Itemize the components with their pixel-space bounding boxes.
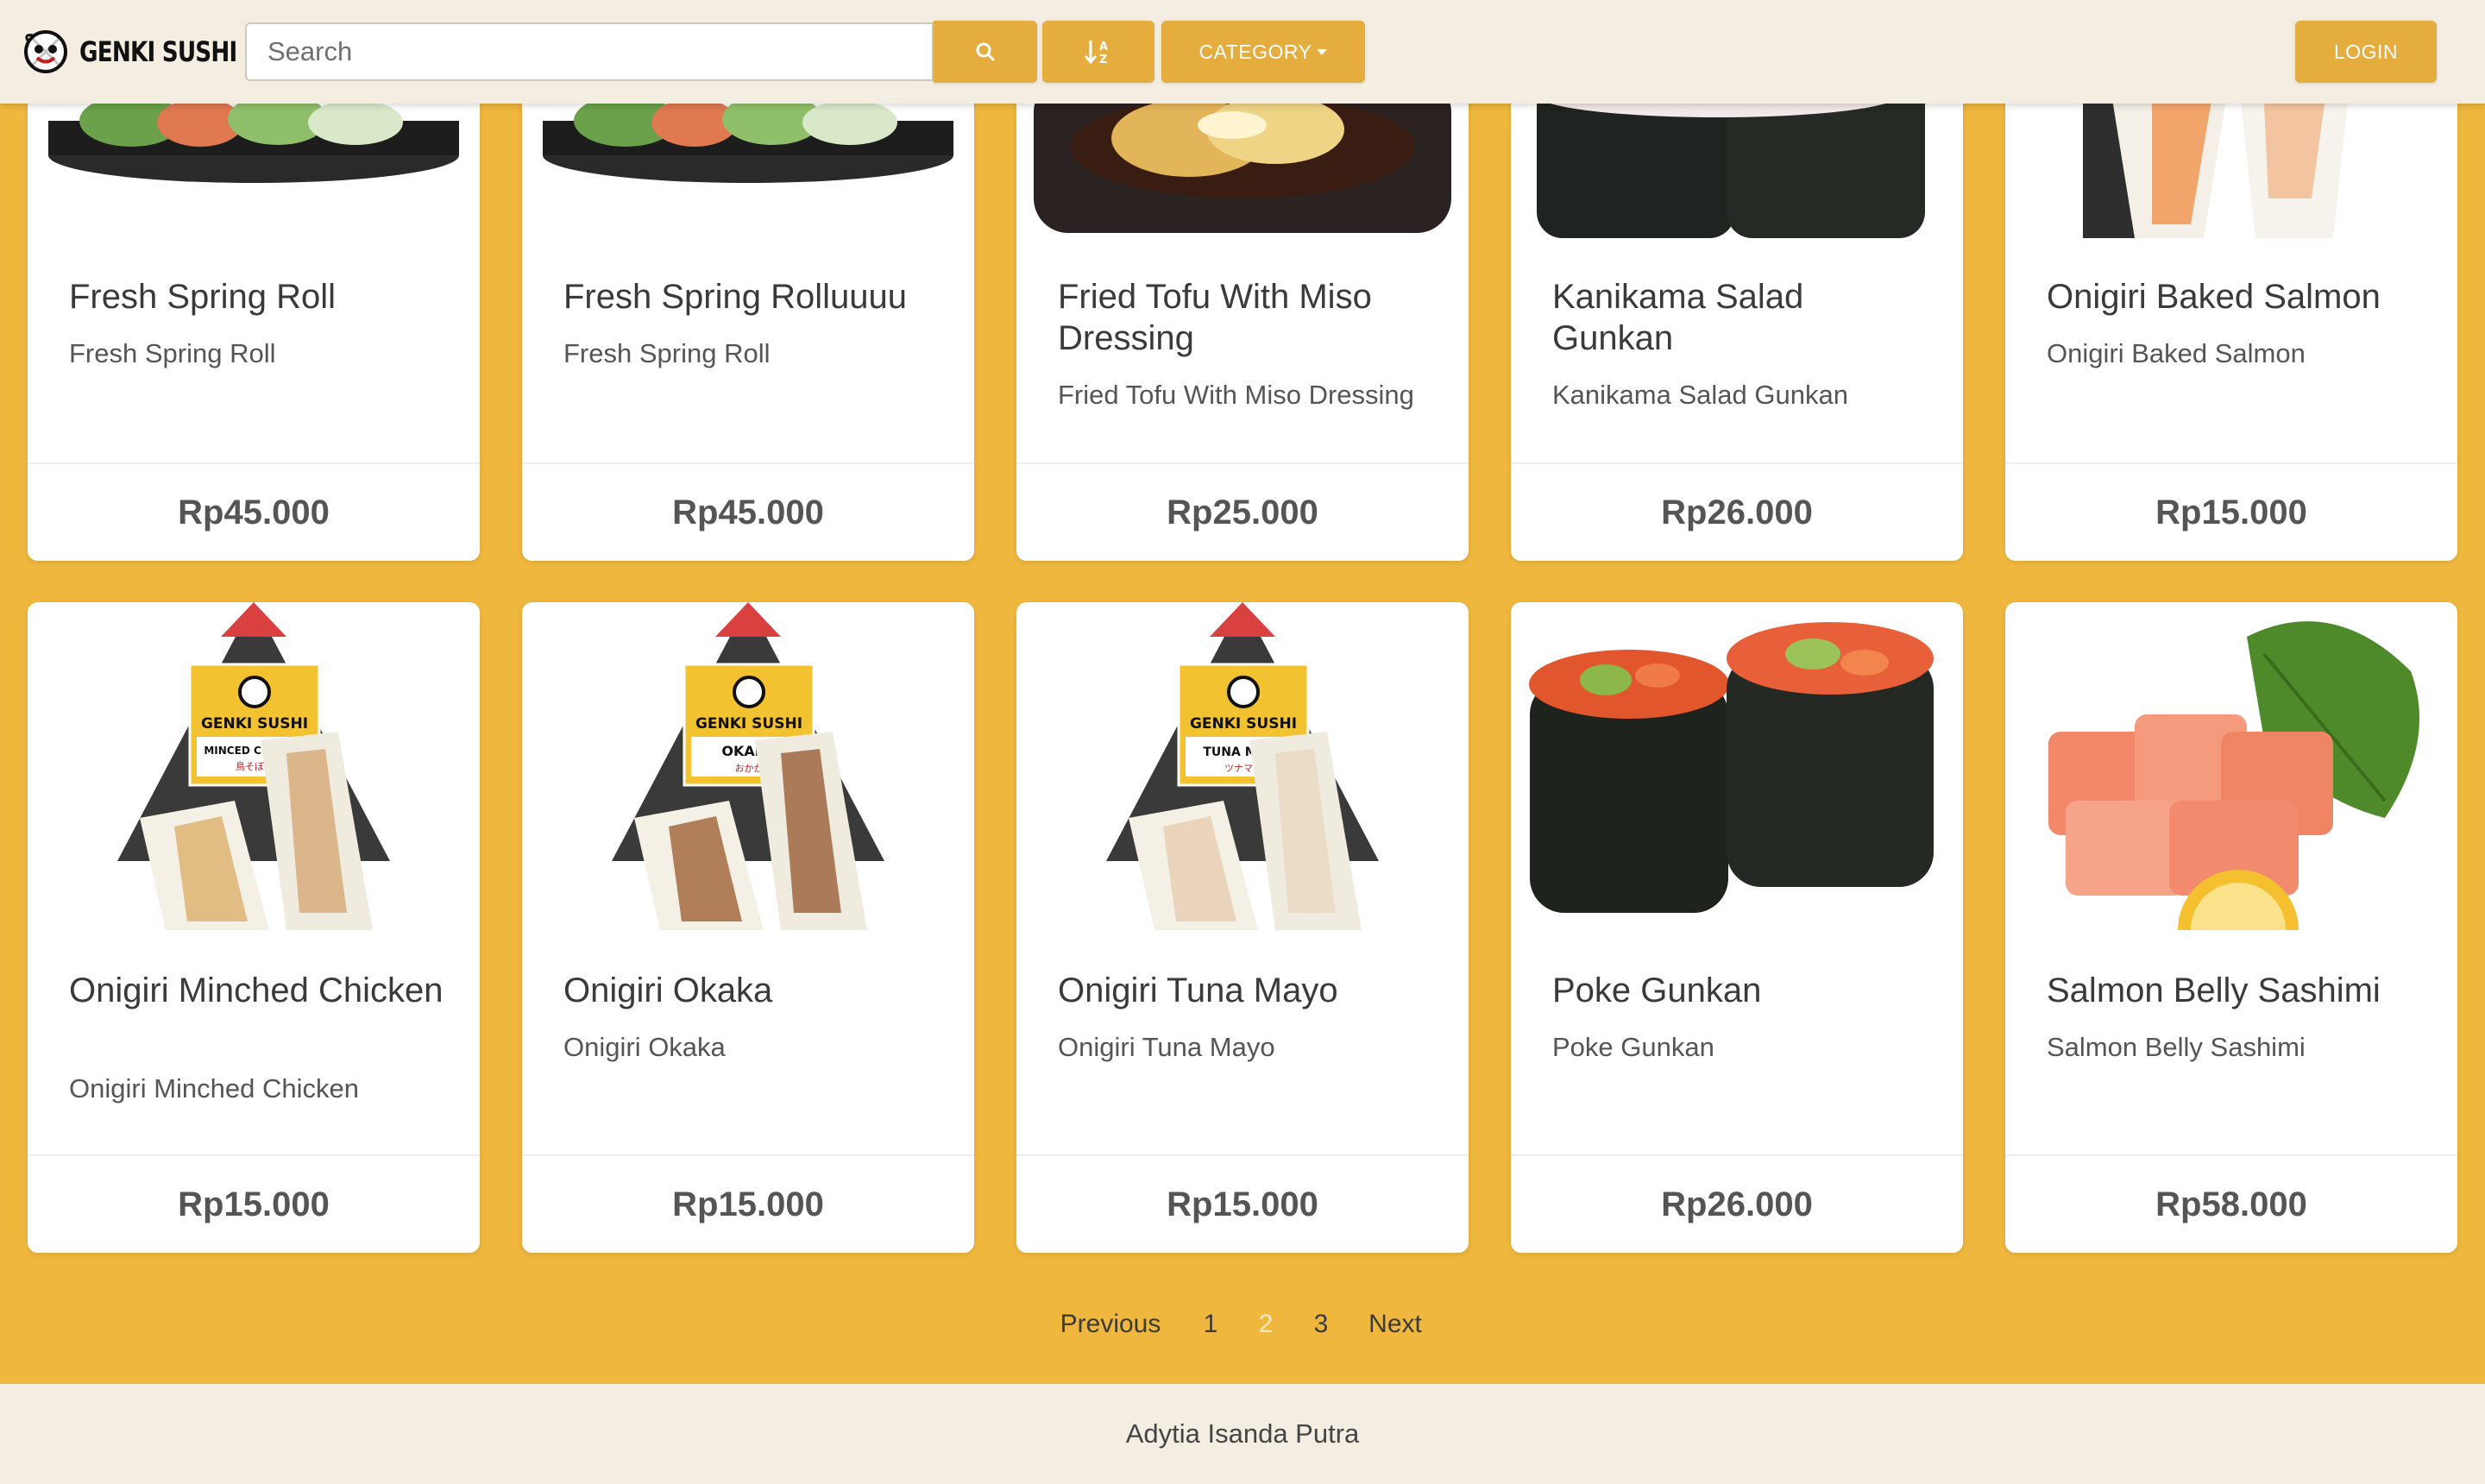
product-description: Fried Tofu With Miso Dressing — [1058, 380, 1414, 410]
product-footer: Rp26.000 — [1511, 462, 1963, 561]
product-card[interactable]: Fresh Spring Roll Fresh Spring Roll Rp45… — [28, 26, 480, 561]
product-footer: Rp15.000 — [2005, 462, 2457, 561]
search-icon — [976, 42, 995, 61]
pagination-page-2[interactable]: 2 — [1253, 1303, 1279, 1346]
product-price: Rp26.000 — [1661, 493, 1813, 531]
svg-text:Z: Z — [1099, 53, 1107, 66]
product-price: Rp15.000 — [672, 1185, 824, 1223]
product-card[interactable]: Fried Tofu With Miso Dressing Fried Tofu… — [1016, 26, 1469, 561]
product-price: Rp45.000 — [178, 493, 330, 531]
svg-text:A: A — [1099, 41, 1108, 53]
product-description: Onigiri Baked Salmon — [2047, 338, 2306, 368]
product-image: GENKI SUSHI OKAKA おかか — [522, 602, 974, 930]
caret-down-icon — [1317, 48, 1328, 55]
sort-button[interactable]: A Z — [1042, 21, 1154, 83]
product-title: Onigiri Okaka — [563, 972, 773, 1009]
product-description: Onigiri Okaka — [563, 1032, 726, 1062]
product-title: Poke Gunkan — [1552, 972, 1762, 1009]
product-description: Kanikama Salad Gunkan — [1552, 380, 1848, 410]
product-description: Poke Gunkan — [1552, 1032, 1714, 1062]
product-footer: Rp45.000 — [28, 462, 480, 561]
product-price: Rp58.000 — [2155, 1185, 2307, 1223]
product-title: Fresh Spring Rolluuuu — [563, 278, 907, 316]
genki-sushi-logo-icon — [24, 30, 67, 73]
product-card[interactable]: GENKI SUSHI OKAKA おかか Onigiri Okaka Onig… — [522, 602, 974, 1253]
product-card[interactable]: GENKI SUSHI MINCED CHICKEN 鳥そぼろ Onigiri … — [28, 602, 480, 1253]
product-footer: Rp15.000 — [1016, 1154, 1469, 1253]
product-title: Onigiri Minched Chicken — [69, 972, 444, 1009]
product-footer: Rp45.000 — [522, 462, 974, 561]
product-description: Fresh Spring Roll — [563, 338, 771, 368]
product-description: Onigiri Tuna Mayo — [1058, 1032, 1275, 1062]
navbar: GENKI SUSHI A Z CATEGORY LOGIN — [0, 0, 2485, 104]
brand-link[interactable]: GENKI SUSHI — [22, 26, 272, 78]
pagination-page-3[interactable]: 3 — [1308, 1303, 1334, 1346]
product-title: Fresh Spring Roll — [69, 278, 337, 316]
product-card[interactable]: Onigiri Baked Salmon Onigiri Baked Salmo… — [2005, 26, 2457, 561]
search-input[interactable] — [245, 22, 934, 81]
product-footer: Rp15.000 — [522, 1154, 974, 1253]
product-price: Rp15.000 — [178, 1185, 330, 1223]
product-card[interactable]: Fresh Spring Rolluuuu Fresh Spring Roll … — [522, 26, 974, 561]
product-card[interactable]: Poke Gunkan Poke Gunkan Rp26.000 — [1511, 602, 1963, 1253]
product-footer: Rp58.000 — [2005, 1154, 2457, 1253]
product-footer: Rp25.000 — [1016, 462, 1469, 561]
product-image — [2005, 602, 2457, 930]
package-brand: GENKI SUSHI — [201, 715, 308, 733]
category-dropdown[interactable]: CATEGORY — [1161, 21, 1365, 83]
product-description: Onigiri Minched Chicken — [69, 1073, 359, 1104]
footer: Adytia Isanda Putra — [0, 1384, 2485, 1484]
product-footer: Rp26.000 — [1511, 1154, 1963, 1253]
pagination-next[interactable]: Next — [1363, 1303, 1427, 1346]
product-title: Kanikama Salad Gunkan — [1552, 278, 1804, 357]
package-brand: GENKI SUSHI — [695, 715, 802, 733]
product-image: GENKI SUSHI MINCED CHICKEN 鳥そぼろ — [28, 602, 480, 930]
product-title: Onigiri Tuna Mayo — [1058, 972, 1338, 1009]
product-card[interactable]: Salmon Belly Sashimi Salmon Belly Sashim… — [2005, 602, 2457, 1253]
product-image — [1511, 602, 1963, 930]
product-image: GENKI SUSHI TUNA MAYO ツナマヨ — [1016, 602, 1469, 930]
search-button[interactable] — [934, 21, 1037, 83]
product-card[interactable]: GENKI SUSHI TUNA MAYO ツナマヨ Onigiri Tuna … — [1016, 602, 1469, 1253]
product-card[interactable]: Kanikama Salad Gunkan Kanikama Salad Gun… — [1511, 26, 1963, 561]
product-price: Rp15.000 — [1167, 1185, 1318, 1223]
product-price: Rp45.000 — [672, 493, 824, 531]
product-price: Rp25.000 — [1167, 493, 1318, 531]
product-price: Rp26.000 — [1661, 1185, 1813, 1223]
product-title: Fried Tofu With Miso Dressing — [1058, 278, 1372, 357]
package-brand: GENKI SUSHI — [1190, 715, 1297, 733]
category-label: CATEGORY — [1198, 40, 1312, 63]
product-footer: Rp15.000 — [28, 1154, 480, 1253]
product-title: Salmon Belly Sashimi — [2047, 972, 2381, 1009]
pagination-page-1[interactable]: 1 — [1198, 1303, 1224, 1346]
product-title: Onigiri Baked Salmon — [2047, 278, 2381, 316]
login-button[interactable]: LOGIN — [2295, 21, 2437, 83]
product-description: Fresh Spring Roll — [69, 338, 276, 368]
pagination: Previous 1 2 3 Next — [0, 1303, 2485, 1346]
product-description: Salmon Belly Sashimi — [2047, 1032, 2306, 1062]
pagination-previous[interactable]: Previous — [1054, 1303, 1167, 1346]
sort-alpha-icon: A Z — [1084, 41, 1108, 66]
brand-name: GENKI SUSHI — [79, 35, 237, 68]
footer-credit: Adytia Isanda Putra — [1125, 1418, 1360, 1449]
product-price: Rp15.000 — [2155, 493, 2307, 531]
